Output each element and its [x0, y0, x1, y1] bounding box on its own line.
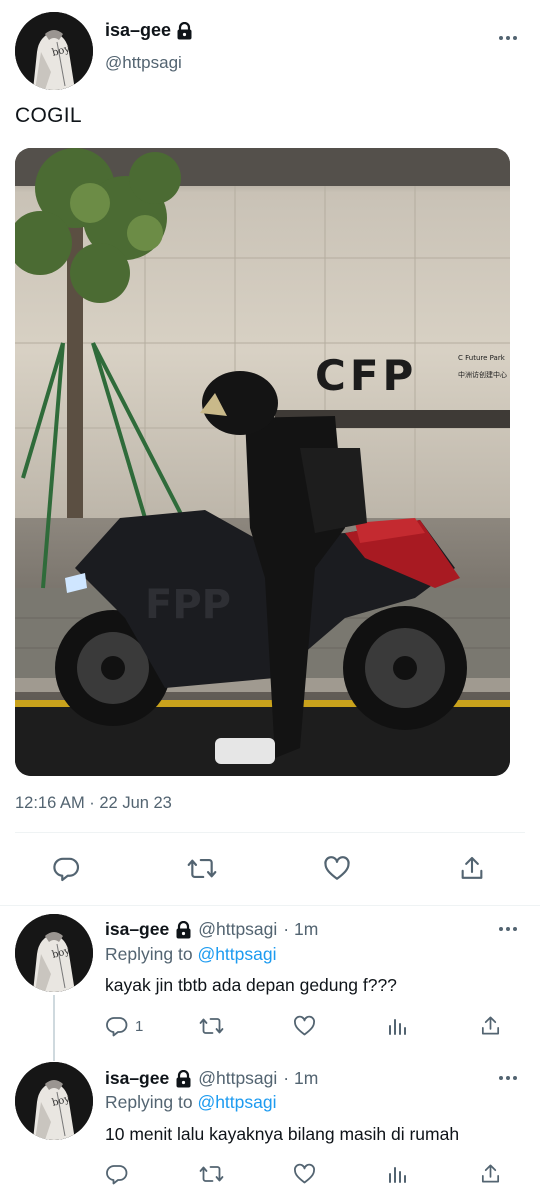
reply-icon	[105, 1162, 129, 1186]
like-button[interactable]	[292, 1014, 317, 1038]
retweet-icon	[186, 854, 218, 883]
retweet-button[interactable]	[186, 854, 218, 883]
avatar[interactable]	[15, 914, 93, 992]
reply-header: isa–gee @httpsagi · 1m	[105, 1068, 318, 1089]
more-icon[interactable]	[496, 1066, 520, 1090]
share-icon	[458, 854, 486, 883]
reply-button[interactable]	[105, 1162, 135, 1186]
share-button[interactable]	[479, 1014, 502, 1038]
reply-text: 10 menit lalu kayaknya bilang masih di r…	[105, 1124, 460, 1144]
reply-time: · 1m	[283, 1068, 319, 1088]
lock-icon	[175, 920, 192, 939]
tweet-text: COGIL	[15, 104, 82, 127]
svg-text:CFP: CFP	[315, 351, 417, 400]
mention-link[interactable]: @httpsagi	[197, 944, 276, 964]
tweet-photo[interactable]: CFP C Future Park 中洲访创建中心 FPP	[15, 148, 510, 776]
more-icon[interactable]	[496, 26, 520, 50]
divider	[15, 832, 525, 833]
share-button[interactable]	[458, 854, 486, 883]
author-name-row[interactable]: isa–gee	[105, 20, 193, 41]
svg-text:C Future Park: C Future Park	[458, 354, 506, 362]
more-icon[interactable]	[496, 917, 520, 941]
reply-time: · 1m	[283, 919, 319, 939]
retweet-button[interactable]	[198, 1162, 225, 1186]
reply-text: kayak jin tbtb ada depan gedung f???	[105, 975, 397, 995]
author-handle[interactable]: @httpsagi	[198, 1068, 277, 1089]
replying-to-label: Replying to	[105, 1092, 193, 1112]
like-icon	[292, 1014, 317, 1038]
retweet-icon	[198, 1162, 225, 1186]
analytics-icon	[386, 1014, 410, 1038]
like-icon	[322, 854, 352, 883]
reply-icon	[105, 1014, 129, 1038]
replying-to: Replying to @httpsagi	[105, 1092, 277, 1113]
divider	[0, 905, 540, 906]
mention-link[interactable]: @httpsagi	[197, 1092, 276, 1112]
analytics-button[interactable]	[386, 1162, 410, 1186]
retweet-icon	[198, 1014, 225, 1038]
svg-text:FPP: FPP	[145, 582, 231, 628]
reply-button[interactable]	[52, 854, 81, 883]
reply-count: 1	[135, 1017, 144, 1035]
author-handle[interactable]: @httpsagi	[198, 919, 277, 940]
thread-line	[53, 995, 55, 1061]
analytics-icon	[386, 1162, 410, 1186]
analytics-button[interactable]	[386, 1014, 410, 1038]
share-icon	[479, 1162, 502, 1186]
share-icon	[479, 1014, 502, 1038]
author-handle[interactable]: @httpsagi	[105, 53, 182, 73]
avatar[interactable]	[15, 12, 93, 90]
replying-to: Replying to @httpsagi	[105, 944, 277, 965]
like-button[interactable]	[322, 854, 352, 883]
timestamp[interactable]: 12:16 AM · 22 Jun 23	[15, 794, 172, 813]
share-button[interactable]	[479, 1162, 502, 1186]
lock-icon	[175, 1069, 192, 1088]
reply-icon	[52, 854, 81, 883]
lock-icon	[176, 21, 193, 40]
reply-header: isa–gee @httpsagi · 1m	[105, 919, 318, 940]
retweet-button[interactable]	[198, 1014, 225, 1038]
avatar[interactable]	[15, 1062, 93, 1140]
replying-to-label: Replying to	[105, 944, 193, 964]
author-name[interactable]: isa–gee	[105, 919, 169, 940]
like-icon	[292, 1162, 317, 1186]
reply-button[interactable]: 1	[105, 1014, 143, 1038]
svg-text:中洲访创建中心: 中洲访创建中心	[458, 370, 507, 379]
like-button[interactable]	[292, 1162, 317, 1186]
author-name[interactable]: isa–gee	[105, 20, 171, 41]
author-name[interactable]: isa–gee	[105, 1068, 169, 1089]
